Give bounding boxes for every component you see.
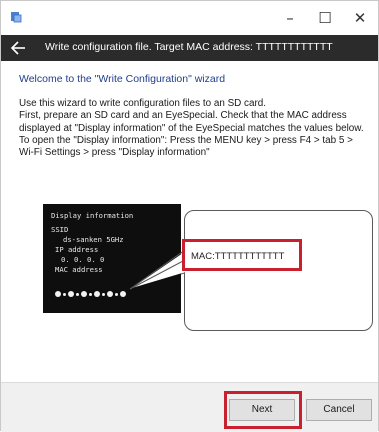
device-ssid-value: ds-sanken 5GHz: [63, 235, 124, 244]
mac-dot: [76, 292, 79, 296]
mac-dot: [89, 292, 92, 296]
next-highlight-box: [224, 391, 302, 429]
mac-dot: [120, 291, 126, 297]
mac-dot: [81, 291, 87, 297]
mac-dot: [68, 291, 74, 297]
device-mac-label: MAC address: [55, 265, 103, 274]
cancel-button[interactable]: Cancel: [306, 399, 372, 421]
back-arrow-icon[interactable]: [9, 39, 27, 57]
device-display-image: Display information SSID ds-sanken 5GHz …: [43, 204, 181, 313]
minimize-button[interactable]: –: [279, 7, 301, 29]
mac-dot: [102, 292, 105, 296]
instructions: Use this wizard to write configuration f…: [19, 98, 367, 159]
instruction-line-1: Use this wizard to write configuration f…: [19, 98, 266, 109]
title-bar: – ☐ ✕: [1, 1, 378, 35]
welcome-heading: Welcome to the "Write Configuration" wiz…: [19, 73, 226, 85]
mac-highlight-box: [182, 239, 302, 271]
mac-dot: [55, 291, 61, 297]
device-ip-value: 0. 0. 0. 0: [61, 255, 105, 264]
header-title: Write configuration file. Target MAC add…: [45, 41, 333, 53]
instruction-line-2: First, prepare an SD card and an EyeSpec…: [19, 110, 364, 134]
wizard-window: – ☐ ✕ Write configuration file. Target M…: [0, 0, 379, 432]
mac-dot: [94, 291, 100, 297]
device-ssid-label: SSID: [51, 225, 69, 234]
mac-dot: [107, 291, 113, 297]
app-icon: [11, 12, 22, 23]
mac-dot: [115, 292, 118, 296]
device-ip-label: IP address: [55, 245, 99, 254]
instruction-line-3: To open the "Display information": Press…: [19, 134, 353, 159]
device-title: Display information: [51, 211, 134, 220]
wizard-header: Write configuration file. Target MAC add…: [1, 35, 378, 61]
mac-masked-dots: [55, 289, 126, 299]
close-button[interactable]: ✕: [349, 7, 371, 29]
mac-dot: [63, 292, 66, 296]
maximize-button[interactable]: ☐: [314, 7, 336, 29]
